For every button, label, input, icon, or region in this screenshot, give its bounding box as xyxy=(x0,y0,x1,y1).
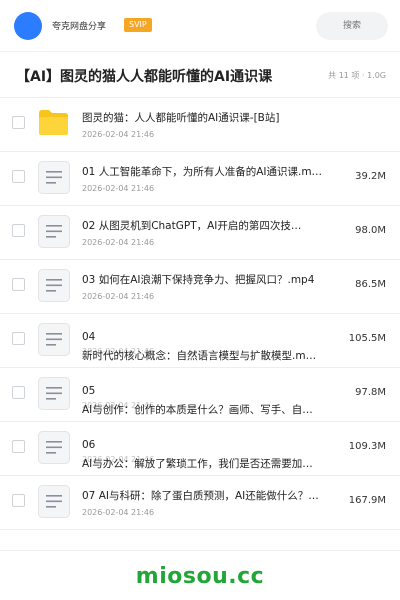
file-list: 图灵的猫：人人都能听懂的AI通识课-[B站] 2026-02-04 21:46 … xyxy=(0,98,400,530)
file-row[interactable]: 07 AI与科研：除了蛋白质预测，AI还能做什么？… 2026-02-04 21… xyxy=(0,476,400,530)
file-row[interactable]: 06 2026-02-04 21:46 AI与办公：解放了繁琐工作，我们是否还需… xyxy=(0,422,400,476)
file-number[interactable]: 05 xyxy=(82,385,95,397)
document-icon xyxy=(38,323,70,356)
share-meta: 共 11 项 · 1.0G xyxy=(328,71,386,80)
checkbox-icon[interactable] xyxy=(12,170,25,183)
checkbox-icon[interactable] xyxy=(12,386,25,399)
file-number[interactable]: 04 xyxy=(82,331,95,343)
file-row[interactable]: 02 从图灵机到ChatGPT，AI开启的第四次技… 2026-02-04 21… xyxy=(0,206,400,260)
top-header: 夸克网盘分享 SVIP xyxy=(0,0,400,52)
share-name: 夸克网盘分享 xyxy=(52,22,107,32)
checkbox-icon[interactable] xyxy=(12,224,25,237)
file-row[interactable]: 04 2026-02-04 21:46 新时代的核心概念：自然语言模型与扩散模型… xyxy=(0,314,400,368)
svip-badge: SVIP xyxy=(124,18,152,32)
file-row[interactable]: 05 2026-02-04 21:46 AI与创作：创作的本质是什么？画师、写手… xyxy=(0,368,400,422)
checkbox-icon[interactable] xyxy=(12,494,25,507)
file-date: 2026-02-04 21:46 xyxy=(82,292,155,301)
file-size: 98.0M xyxy=(355,225,386,236)
folder-icon xyxy=(39,110,68,135)
page-title: 【AI】图灵的猫人人都能听懂的AI通识课 xyxy=(16,69,273,85)
checkbox-icon[interactable] xyxy=(12,116,25,129)
share-title-bar: 【AI】图灵的猫人人都能听懂的AI通识课 共 11 项 · 1.0G xyxy=(0,52,400,98)
document-icon xyxy=(38,215,70,248)
watermark: miosou.cc xyxy=(135,564,265,589)
search-input[interactable] xyxy=(316,12,388,40)
file-date: 2026-02-04 21:46 xyxy=(82,508,155,517)
file-name[interactable]: 图灵的猫：人人都能听懂的AI通识课-[B站] xyxy=(82,110,330,125)
file-size: 167.9M xyxy=(348,495,386,506)
document-icon xyxy=(38,161,70,194)
file-number[interactable]: 06 xyxy=(82,439,95,451)
document-icon xyxy=(38,269,70,302)
file-size: 105.5M xyxy=(348,333,386,344)
file-name[interactable]: 02 从图灵机到ChatGPT，AI开启的第四次技… xyxy=(82,218,330,233)
file-size: 97.8M xyxy=(355,387,386,398)
checkbox-icon[interactable] xyxy=(12,278,25,291)
file-name[interactable]: AI与创作：创作的本质是什么？画师、写手、自… xyxy=(82,402,330,417)
file-name[interactable]: 07 AI与科研：除了蛋白质预测，AI还能做什么？… xyxy=(82,488,330,503)
document-icon xyxy=(38,377,70,410)
file-date: 2026-02-04 21:46 xyxy=(82,238,155,247)
file-name[interactable]: AI与办公：解放了繁琐工作，我们是否还需要加… xyxy=(82,456,330,471)
file-size: 109.3M xyxy=(348,441,386,452)
file-size: 39.2M xyxy=(355,171,386,182)
file-size: 86.5M xyxy=(355,279,386,290)
file-row[interactable]: 01 人工智能革命下，为所有人准备的AI通识课.m… 2026-02-04 21… xyxy=(0,152,400,206)
file-name[interactable]: 01 人工智能革命下，为所有人准备的AI通识课.m… xyxy=(82,164,330,179)
file-row[interactable]: 03 如何在AI浪潮下保持竞争力、把握风口？.mp4 2026-02-04 21… xyxy=(0,260,400,314)
checkbox-icon[interactable] xyxy=(12,440,25,453)
file-date: 2026-02-04 21:46 xyxy=(82,130,155,139)
avatar[interactable] xyxy=(14,12,42,40)
checkbox-icon[interactable] xyxy=(12,332,25,345)
document-icon xyxy=(38,485,70,518)
file-name[interactable]: 新时代的核心概念：自然语言模型与扩散模型.m… xyxy=(82,348,330,363)
file-row-folder[interactable]: 图灵的猫：人人都能听懂的AI通识课-[B站] 2026-02-04 21:46 xyxy=(0,98,400,152)
file-name[interactable]: 03 如何在AI浪潮下保持竞争力、把握风口？.mp4 xyxy=(82,272,330,287)
file-date: 2026-02-04 21:46 xyxy=(82,184,155,193)
document-icon xyxy=(38,431,70,464)
